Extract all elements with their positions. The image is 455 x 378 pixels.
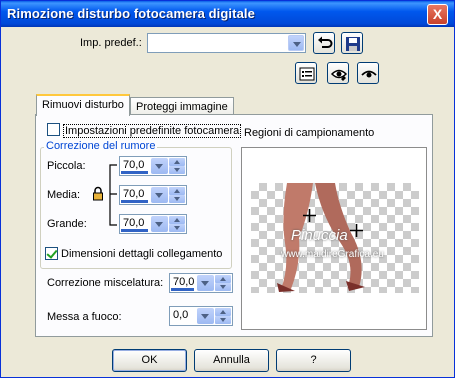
link-details-label: Dimensioni dettagli collegamento [61,248,223,260]
list-icon [299,67,315,81]
chevron-down-icon[interactable] [197,308,214,324]
stepper-arrows-icon[interactable] [169,187,185,203]
chevron-down-icon[interactable] [151,158,168,174]
undo-icon [318,36,333,48]
stepper-arrows-icon[interactable] [215,308,231,324]
blend-correction-label: Correzione miscelatura: [47,277,164,289]
stepper-arrows-icon[interactable] [169,158,185,174]
crosshair-icon[interactable] [303,209,316,222]
watermark-name: Pinuccia [291,227,348,244]
close-icon: X [432,6,443,22]
blend-correction-value: 70,0 [173,276,195,288]
noise-correction-title: Correzione del rumore [44,140,158,152]
chevron-down-icon[interactable] [151,187,168,203]
sharpen-label: Messa a fuoco: [47,311,122,323]
watermark-url: www.maidireGrafica.eu [281,249,384,260]
medium-spinner[interactable]: 70,0 [119,185,187,205]
medium-label: Media: [47,189,81,201]
preview-settings-button[interactable] [295,62,317,84]
link-bracket [109,164,117,226]
stepper-arrows-icon[interactable] [169,216,185,232]
auto-proof-button[interactable] [357,62,379,84]
help-button-label: ? [310,354,317,366]
ok-button-label: OK [141,354,158,366]
sampling-preview[interactable]: Pinuccia www.maidireGrafica.eu [241,147,427,330]
save-preset-button[interactable] [341,32,363,54]
window-title: Rimozione disturbo fotocamera digitale [7,6,255,21]
lock-icon[interactable] [92,186,104,202]
preset-dropdown[interactable] [147,33,306,53]
close-button[interactable]: X [427,4,448,25]
reset-button[interactable] [313,32,335,54]
large-spinner[interactable]: 70,0 [119,214,187,234]
crosshair-icon[interactable] [350,224,363,237]
sharpen-spinner[interactable]: 0,0 [169,306,233,326]
preset-label: Imp. predef.: [80,37,142,49]
link-details-checkbox[interactable] [45,247,58,260]
medium-value: 70,0 [123,188,145,200]
cancel-button[interactable]: Annulla [194,349,269,372]
sharpen-value: 0,0 [173,309,189,321]
blend-correction-spinner[interactable]: 70,0 [169,273,233,293]
tab-remove-noise[interactable]: Rimuovi disturbo [36,94,130,116]
chevron-down-icon[interactable] [288,35,304,51]
tab-protect-image-label: Proteggi immagine [136,101,228,113]
chevron-down-icon[interactable] [151,216,168,232]
small-value: 70,0 [123,159,145,171]
sampling-regions-label: Regioni di campionamento [244,127,375,139]
dialog-window: Rimozione disturbo fotocamera digitale X… [0,0,455,378]
large-label: Grande: [47,218,87,230]
ok-button[interactable]: OK [112,349,187,372]
eye-closed-icon [361,70,377,78]
preview-toggle-button[interactable] [327,62,349,84]
small-slider[interactable] [121,171,148,174]
small-spinner[interactable]: 70,0 [119,156,187,176]
chevron-down-icon[interactable] [197,275,214,291]
large-value: 70,0 [123,217,145,229]
help-button[interactable]: ? [276,349,351,372]
save-icon [346,37,360,51]
preview-image[interactable]: Pinuccia www.maidireGrafica.eu [251,183,419,293]
medium-slider[interactable] [121,200,148,203]
title-bar[interactable]: Rimozione disturbo fotocamera digitale X [1,1,454,27]
eye-icon [330,69,348,81]
cancel-button-label: Annulla [213,354,250,366]
tab-remove-noise-label: Rimuovi disturbo [42,99,124,111]
stepper-arrows-icon[interactable] [215,275,231,291]
blend-correction-slider[interactable] [171,288,194,291]
large-slider[interactable] [121,229,148,232]
default-settings-checkbox[interactable] [47,123,60,136]
small-label: Piccola: [47,160,86,172]
default-settings-label: Impostazioni predefinite fotocamera [63,124,242,138]
